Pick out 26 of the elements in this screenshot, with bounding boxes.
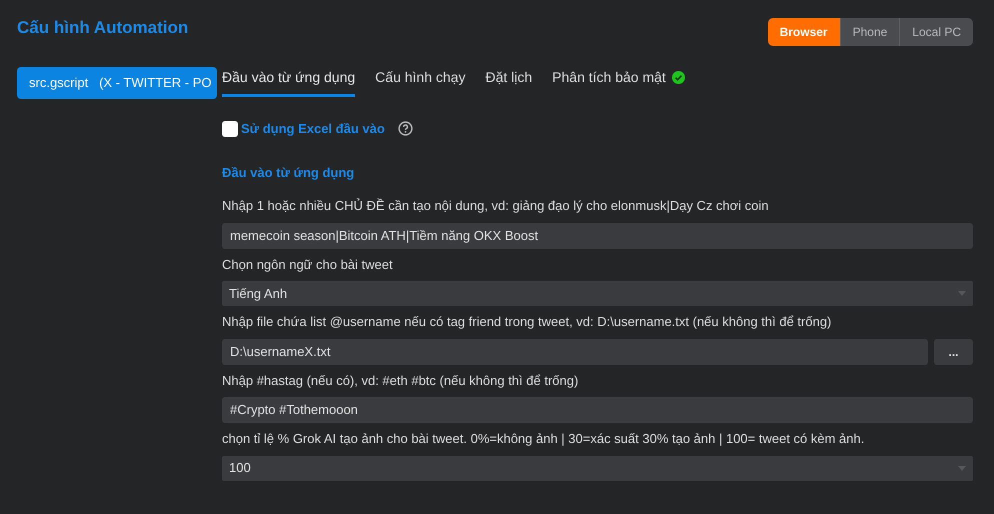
sidebar-item[interactable]: src.gscript (X - TWITTER - PO xyxy=(17,67,217,99)
checkbox[interactable] xyxy=(222,120,238,137)
tab[interactable]: Đầu vào từ ứng dụng xyxy=(222,67,356,97)
field-label: chọn tỉ lệ % Grok AI tạo ảnh cho bài tweet. 0%=không ảnh | 30=xác suất 30% tạo ảnh | 100= tweet có kèm ảnh. xyxy=(222,430,866,448)
help-icon[interactable] xyxy=(398,121,413,136)
field-label: Nhập file chứa list @username nếu có tag friend trong tweet, vd: D:\username.txt (nếu không thì để trống) xyxy=(222,313,832,331)
page-title: Cấu hình Automation xyxy=(17,17,188,39)
field-label: Nhập #hastag (nếu có), vd: #eth #btc (nếu không thì để trống) xyxy=(222,372,580,390)
dropdown[interactable]: Tiếng Anh xyxy=(222,281,973,306)
mode-toggle-button[interactable]: Phone xyxy=(840,18,900,46)
text-field[interactable]: #Crypto #Tothemooon xyxy=(222,397,973,423)
section-heading: Đầu vào từ ứng dụng xyxy=(222,164,356,182)
text-field[interactable]: memecoin season|Bitcoin ATH|Tiềm năng OKX Boost xyxy=(222,222,973,248)
browse-button[interactable]: ... xyxy=(934,338,973,364)
caret-icon xyxy=(958,466,966,470)
checkbox-label[interactable]: Sử dụng Excel đầu vào xyxy=(241,119,385,138)
text-field[interactable]: D:\usernameX.txt xyxy=(222,338,928,364)
tab[interactable]: Cấu hình chạy xyxy=(375,67,466,97)
dropdown[interactable]: 100 xyxy=(222,456,973,480)
tab[interactable]: Phân tích bảo mật xyxy=(552,67,685,97)
field-label: Nhập 1 hoặc nhiều CHỦ ĐỀ cần tạo nội dung, vd: giảng đạo lý cho elonmusk|Dạy Cz chơi coin xyxy=(222,197,770,215)
caret-icon xyxy=(958,291,966,296)
tab[interactable]: Đặt lịch xyxy=(485,67,532,97)
check-circle-icon xyxy=(672,71,685,84)
mode-toggle-button[interactable]: Local PC xyxy=(899,18,973,46)
field-label: Chọn ngôn ngữ cho bài tweet xyxy=(222,256,394,274)
